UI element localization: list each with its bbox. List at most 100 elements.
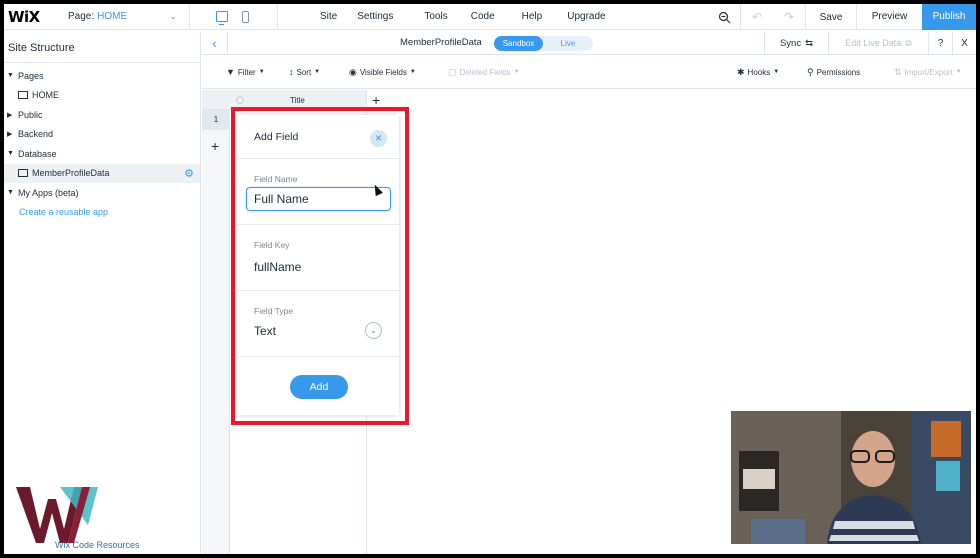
webcam-overlay [731,411,971,544]
edit-live-data-button[interactable]: Edit Live Data ⧉ [828,31,928,55]
field-type-label: Field Type [254,306,294,316]
sort-button[interactable]: ↕ Sort ▼ [289,55,320,89]
tree-item-memberprofiledata[interactable]: MemberProfileData ⚙ [4,163,200,183]
menu-tools[interactable]: Tools [424,11,447,22]
undo-icon[interactable]: ↶ [741,4,773,30]
visible-fields-label: Visible Fields [359,67,407,77]
chevron-down-icon: ▼ [773,69,780,75]
dialog-header: Add Field ✕ [237,115,399,159]
zoom-icon[interactable] [708,4,740,30]
add-column-icon[interactable]: + [372,92,380,108]
top-bar-actions: ↶ ↷ Save Preview Publish [708,4,976,30]
tree-item-label: HOME [32,90,59,101]
external-link-icon: ⧉ [905,37,912,48]
caret-down-icon: ▼ [7,72,14,80]
live-tab[interactable]: Live [543,36,593,51]
collection-name: MemberProfileData [400,37,482,48]
tree-item-label: Public [18,109,43,120]
tree-item-label: My Apps (beta) [18,187,79,198]
main-menu: Site Settings Tools Code Help Upgrade [278,4,606,30]
tree-item-database[interactable]: ▼ Database [4,144,200,164]
site-tree: ▼ Pages HOME ▶ Public ▶ Backend ▼ Databa… [4,63,200,222]
panel-title: Site Structure [4,31,200,63]
add-row-icon[interactable]: + [211,138,219,154]
sandbox-live-toggle[interactable]: Sandbox Live [494,36,593,51]
close-button[interactable]: X [952,31,976,55]
row-number[interactable]: 1 [202,110,230,130]
sync-button[interactable]: Sync ⇆ [764,31,828,55]
sandbox-tab[interactable]: Sandbox [494,36,543,51]
permissions-label: Permissions [816,67,861,77]
chevron-down-icon: ▼ [409,69,416,75]
tree-item-backend[interactable]: ▶ Backend [4,125,200,145]
tree-item-public[interactable]: ▶ Public [4,105,200,125]
device-switcher [190,4,278,30]
import-export-button[interactable]: ⇅ Import/Export ▼ [894,55,962,89]
publish-button[interactable]: Publish [922,4,976,30]
field-key-label: Field Key [254,240,290,250]
lock-icon: ◯ [236,97,244,104]
menu-code[interactable]: Code [471,11,495,22]
mobile-icon[interactable] [242,10,249,23]
editor-window: WiX Page: HOME ⌄ Site Settings Tools Cod… [4,4,976,554]
chevron-down-icon: ▼ [513,69,520,75]
tree-item-label: Backend [18,129,54,140]
tree-item-home[interactable]: HOME [4,86,200,106]
table-icon [18,169,28,178]
menu-upgrade[interactable]: Upgrade [567,11,605,22]
field-name-input[interactable]: Full Name [246,187,391,211]
help-button[interactable]: ? [928,31,952,55]
close-icon[interactable]: ✕ [370,130,387,147]
sort-icon: ↕ [289,67,294,77]
filter-label: Filter [237,67,256,77]
field-type-value[interactable]: Text [254,324,276,338]
filter-button[interactable]: ▼ Filter ▼ [226,55,265,89]
tree-item-label: Database [18,148,57,159]
import-export-label: Import/Export [904,67,953,77]
caret-right-icon: ▶ [7,131,13,139]
caret-down-icon: ▼ [7,150,14,158]
hooks-button[interactable]: ✱ Hooks ▼ [737,55,779,89]
column-header-title[interactable]: Title [290,96,305,105]
collection-toolbar: ▼ Filter ▼ ↕ Sort ▼ ◉ Visible Fields ▼ ▢… [202,55,976,89]
hooks-label: Hooks [747,67,771,77]
preview-button[interactable]: Preview [856,4,922,30]
wix-code-resources-logo [16,487,98,543]
caret-down-icon: ▼ [7,189,14,197]
menu-settings[interactable]: Settings [357,11,393,22]
chevron-down-icon[interactable]: ⌄ [365,322,382,339]
tree-item-label: Pages [18,70,44,81]
field-key-section: Field Key fullName [237,225,399,291]
import-export-icon: ⇅ [894,66,902,77]
page-label: Page: [68,11,95,22]
visible-fields-button[interactable]: ◉ Visible Fields ▼ [349,55,416,89]
collection-actions: Sync ⇆ Edit Live Data ⧉ ? X [764,31,976,55]
deleted-fields-label: Deleted Fields [459,67,511,77]
row-number-column [202,90,230,554]
permissions-button[interactable]: ⚲ Permissions [807,55,860,89]
wix-code-resources-label: Wix Code Resources [55,540,140,550]
save-button[interactable]: Save [806,12,856,23]
redo-icon[interactable]: ↷ [773,4,805,30]
trash-icon: ▢ [448,66,457,77]
page-value: HOME [97,11,128,22]
back-icon[interactable]: ‹ [202,30,228,55]
dialog-title: Add Field [254,131,299,143]
add-button[interactable]: Add [290,375,348,399]
chevron-down-icon: ▼ [258,69,265,75]
hook-icon: ✱ [737,66,745,77]
key-icon: ⚲ [807,66,814,77]
menu-help[interactable]: Help [522,11,543,22]
desktop-icon[interactable] [216,11,228,25]
gear-icon[interactable]: ⚙ [184,167,194,180]
field-key-value[interactable]: fullName [254,260,301,274]
menu-site[interactable]: Site [320,11,337,22]
deleted-fields-button[interactable]: ▢ Deleted Fields ▼ [448,55,520,89]
caret-right-icon: ▶ [7,111,13,119]
eye-icon: ◉ [349,66,357,77]
create-app-link[interactable]: Create a reusable app [4,203,200,223]
tree-item-pages[interactable]: ▼ Pages [4,66,200,86]
page-selector[interactable]: Page: HOME ⌄ [50,4,190,30]
tree-item-label: MemberProfileData [32,168,110,179]
tree-item-my-apps[interactable]: ▼ My Apps (beta) [4,183,200,203]
